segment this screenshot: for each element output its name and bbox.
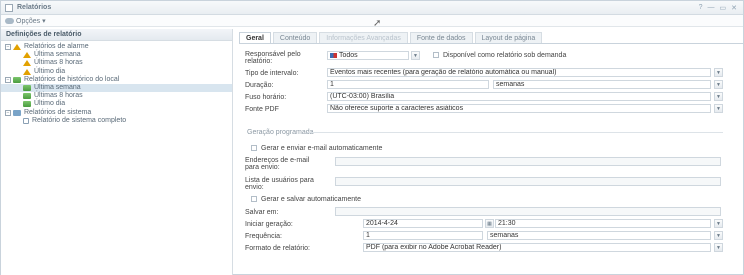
alarm-report-icon (23, 60, 31, 67)
doc-report-icon (23, 117, 29, 124)
title-bar: Relatórios ? — ▭ ✕ (1, 1, 743, 15)
email-auto-label: Gerar e enviar e-mail automaticamente (261, 145, 383, 152)
close-icon[interactable]: ✕ (731, 4, 737, 12)
start-label: Iniciar geração: (245, 221, 293, 228)
chevron-down-icon[interactable]: ▼ (714, 104, 723, 113)
green-report-icon (23, 101, 31, 108)
report-tree: − Relatórios de alarme Última semana Última… (1, 41, 232, 125)
chevron-down-icon[interactable]: ▼ (714, 243, 723, 252)
group-icon (330, 52, 337, 58)
format-label: Formato de relatório: (245, 245, 310, 252)
ondemand-label: Disponível como relatório sob demanda (443, 52, 567, 59)
duration-unit-select[interactable]: semanas (493, 80, 711, 89)
chevron-down-icon[interactable]: ▼ (714, 80, 723, 89)
tree-item-label: Relatórios de histórico do local (24, 75, 120, 83)
chevron-down-icon[interactable]: ▼ (411, 51, 420, 60)
section-divider (307, 132, 723, 133)
tree-item[interactable]: Relatório de sistema completo (1, 117, 232, 125)
pdf-font-select[interactable]: Não oferece suporte a caracteres asiátic… (327, 104, 711, 113)
window-controls: ? — ▭ ✕ (699, 4, 737, 12)
user-list-input[interactable] (335, 177, 721, 186)
time-spinner-icon[interactable]: ▼ (714, 219, 723, 228)
tree-item[interactable]: Últimas 8 horas (1, 59, 232, 67)
tree-item-label: Última semana (34, 83, 81, 91)
interval-type-select[interactable]: Eventos mais recentes (para geração de r… (327, 68, 711, 77)
collapse-toggle-icon[interactable]: − (5, 109, 11, 116)
tree-item[interactable]: Último dia (1, 68, 232, 76)
save-auto-checkbox[interactable] (251, 196, 257, 202)
tree-item[interactable]: Última semana (1, 83, 232, 93)
ondemand-checkbox[interactable] (433, 52, 439, 58)
tree-item-label: Último dia (34, 100, 66, 108)
pdf-font-label: Fonte PDF (245, 106, 279, 113)
mouse-cursor-icon: ➚ (373, 18, 382, 29)
reports-app-icon (5, 3, 13, 12)
tree-item[interactable]: Último dia (1, 100, 232, 108)
tree-item-label: Relatórios de alarme (24, 43, 89, 50)
green-report-icon (23, 85, 31, 92)
tree-item[interactable]: − Relatórios de histórico do local (1, 76, 232, 84)
panel-header: Definições de relatório (1, 29, 232, 41)
email-addresses-input[interactable] (335, 157, 721, 166)
timezone-select[interactable]: (UTC-03:00) Brasília (327, 92, 711, 101)
reports-window: Relatórios ? — ▭ ✕ Opções ▾ ➚ Definições… (0, 0, 744, 275)
email-addresses-label: Endereços de e-mail para envio: (245, 157, 310, 171)
options-icon (5, 17, 14, 24)
save-auto-label: Gerar e salvar automaticamente (261, 196, 361, 203)
frequency-unit-select[interactable]: semanas (487, 231, 711, 240)
collapse-toggle-icon[interactable]: − (5, 44, 11, 51)
report-settings-panel: Geral Conteúdo Informações Avançadas Fonte … (237, 29, 743, 275)
save-in-input[interactable] (335, 207, 721, 216)
collapse-toggle-icon[interactable]: − (5, 76, 11, 83)
green-report-icon (23, 93, 31, 100)
tab-bar: Geral Conteúdo Informações Avançadas Fonte … (239, 32, 743, 44)
tree-item-label: Relatório de sistema completo (32, 116, 127, 124)
responsible-label: Responsável pelo relatório: (245, 51, 301, 65)
alarm-report-icon (23, 52, 31, 59)
help-icon[interactable]: ? (699, 4, 703, 12)
tab-3[interactable]: Fonte de dados (409, 32, 473, 43)
tab-4[interactable]: Layout de página (474, 32, 543, 43)
chevron-down-icon[interactable]: ▼ (714, 92, 723, 101)
email-auto-checkbox[interactable] (251, 145, 257, 151)
window-title: Relatórios (17, 4, 52, 11)
options-menu-button[interactable]: Opções ▾ (16, 17, 46, 25)
alarm-report-icon (23, 68, 31, 75)
chevron-down-icon[interactable]: ▼ (714, 231, 723, 240)
start-date-input[interactable]: 2014-4-24 (363, 219, 483, 228)
interval-type-label: Tipo de intervalo: (245, 70, 299, 77)
alarm-report-icon (13, 44, 21, 51)
tab-2: Informações Avançadas (319, 32, 408, 43)
scheduled-section-title: Geração programada (247, 129, 314, 136)
duration-label: Duração: (245, 82, 274, 89)
tree-item[interactable]: − Relatórios de alarme (1, 43, 232, 51)
save-in-label: Salvar em: (245, 209, 279, 216)
calendar-icon[interactable]: ▦ (485, 219, 494, 228)
green-report-icon (13, 76, 21, 83)
tree-item[interactable]: − Relatórios de sistema (1, 109, 232, 117)
frequency-input[interactable]: 1 (363, 231, 483, 240)
folder-report-icon (13, 109, 21, 116)
tree-item-label: Último dia (34, 67, 66, 75)
timezone-label: Fuso horário: (245, 94, 287, 101)
chevron-down-icon[interactable]: ▼ (714, 68, 723, 77)
toolbar: Opções ▾ (1, 15, 743, 27)
tab-1[interactable]: Conteúdo (272, 32, 318, 43)
responsible-select[interactable]: Todos (327, 51, 409, 60)
maximize-icon[interactable]: ▭ (720, 4, 727, 12)
duration-input[interactable]: 1 (327, 80, 489, 89)
user-list-label: Lista de usuários para envio: (245, 177, 314, 191)
tab-0[interactable]: Geral (239, 32, 271, 43)
responsible-value: Todos (339, 52, 358, 59)
start-time-input[interactable]: 21:30 (495, 219, 711, 228)
format-select[interactable]: PDF (para exibir no Adobe Acrobat Reader… (363, 243, 711, 252)
frequency-label: Frequência: (245, 233, 282, 240)
tree-item-label: Relatórios de sistema (24, 108, 92, 116)
report-definitions-panel: Definições de relatório − Relatórios de a… (1, 29, 233, 275)
tree-item-label: Últimas 8 horas (34, 59, 83, 67)
minimize-icon[interactable]: — (708, 4, 715, 12)
